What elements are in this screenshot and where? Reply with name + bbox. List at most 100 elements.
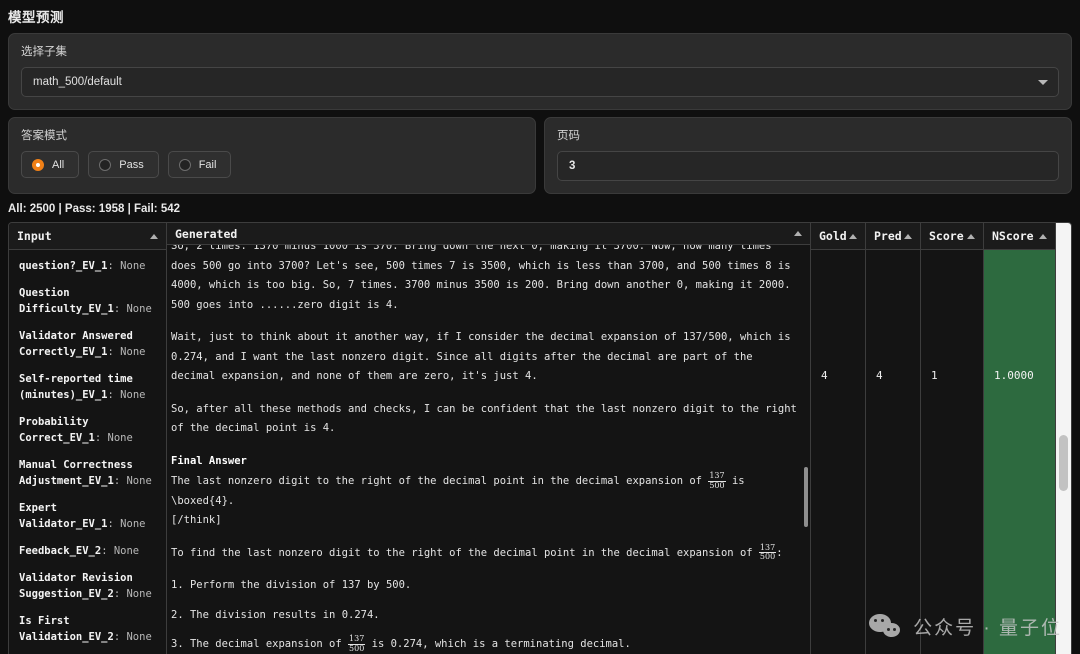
intro-text-a: To find the last nonzero digit to the ri… (171, 546, 759, 559)
sort-ascending-icon[interactable] (1039, 233, 1047, 239)
list-item: 3. The decimal expansion of 137 500 is 0.… (171, 634, 631, 653)
table-cell-pred: 4 (866, 250, 920, 654)
table-cell-score: 1 (921, 250, 983, 654)
table-column-gold: Gold 4 (811, 223, 866, 654)
gold-value: 4 (821, 369, 828, 382)
input-field-key: Probability Correct_EV_1 (19, 416, 95, 444)
think-close-tag: [/think] (171, 514, 222, 527)
subset-select[interactable]: math_500/default (21, 67, 1059, 97)
table-header-generated[interactable]: Generated (167, 223, 810, 246)
table-header-pred[interactable]: Pred (866, 223, 920, 250)
input-field-value: None (126, 631, 152, 643)
table-column-pred: Pred 4 (866, 223, 921, 654)
final-answer-text-a: The last nonzero digit to the right of t… (171, 475, 709, 488)
generated-paragraph-1: 500 go into 3700? Let's see, 500 times 7… (171, 259, 791, 311)
input-field-value: None (126, 588, 152, 600)
intro-text-b: : (776, 546, 783, 559)
table-header-gold-label: Gold (819, 229, 847, 243)
sort-ascending-icon[interactable] (967, 233, 975, 239)
table-header-nscore[interactable]: NScore (984, 223, 1055, 250)
input-field: Manual Correctness Adjustment_EV_1: None (19, 459, 152, 487)
list-item: 1. Perform the division of 137 by 500. (171, 579, 412, 592)
input-field-value: None (120, 518, 146, 530)
table-column-nscore: NScore 1.0000 (984, 223, 1056, 654)
input-field-value: None (126, 475, 152, 487)
input-field-key: Feedback_EV_2 (19, 545, 102, 557)
input-field: Expert Validator_EV_1: None (19, 502, 146, 530)
chevron-down-icon (1038, 80, 1048, 85)
table-vertical-scrollbar[interactable] (1056, 223, 1071, 654)
table-header-nscore-label: NScore (992, 229, 1034, 243)
page-number-panel: 页码 3 (544, 117, 1072, 194)
radio-option-all[interactable]: All (21, 151, 80, 178)
table-scrollbar-thumb[interactable] (1059, 435, 1068, 491)
sort-ascending-icon[interactable] (904, 233, 912, 239)
list-item: 2. The division results in 0.274. (171, 608, 380, 621)
radio-label-fail: Fail (198, 158, 217, 171)
sort-ascending-icon[interactable] (794, 231, 802, 237)
table-column-score: Score 1 (921, 223, 984, 654)
radio-dot-icon (178, 158, 191, 171)
input-field-value: None (120, 346, 146, 358)
generated-scrollbar[interactable] (803, 272, 810, 654)
answer-mode-radio-group: All Pass Fail (9, 143, 535, 190)
page-number-input-wrap: 3 (545, 143, 1071, 193)
page-number-input[interactable]: 3 (557, 151, 1059, 181)
table-header-generated-label: Generated (175, 226, 238, 241)
fraction-137-500: 137 500 (348, 634, 366, 653)
sort-ascending-icon[interactable] (849, 233, 857, 239)
radio-option-pass[interactable]: Pass (88, 151, 159, 178)
input-field-key: Question Difficulty_EV_1 (19, 287, 114, 315)
subset-select-wrap: math_500/default (9, 59, 1071, 109)
radio-label-all: All (52, 158, 65, 171)
score-value: 1 (931, 369, 938, 382)
input-field-value: None (107, 432, 133, 444)
table-cell-generated[interactable]: So, 2 times. 1370 minus 1000 is 370. Bri… (167, 245, 810, 654)
generated-paragraph-clipped: So, 2 times. 1370 minus 1000 is 370. Bri… (171, 245, 800, 315)
input-field: question?_EV_1: None (19, 260, 146, 272)
input-field: Question Difficulty_EV_1: None (19, 287, 152, 315)
input-field-value: None (120, 260, 146, 272)
table-header-input[interactable]: Input (9, 223, 166, 250)
generated-paragraph-3: So, after all these methods and checks, … (171, 402, 797, 435)
table-header-gold[interactable]: Gold (811, 223, 865, 250)
input-field-key: Is First Validation_EV_2 (19, 615, 114, 643)
radio-label-pass: Pass (119, 158, 144, 171)
table-column-generated: Generated So, 2 times. 1370 minus 1000 i… (167, 223, 811, 654)
table-header-input-label: Input (17, 229, 52, 243)
input-field: Feedback_EV_2: None (19, 545, 140, 557)
input-field: Self-reported time (minutes)_EV_1: None (19, 373, 146, 401)
intro-paragraph: To find the last nonzero digit to the ri… (171, 542, 800, 564)
subset-selected-value: math_500/default (33, 76, 122, 88)
filters-row: 答案模式 All Pass Fail 页码 3 (8, 117, 1072, 194)
sort-ascending-icon[interactable] (150, 233, 158, 239)
input-field-key: Expert Validator_EV_1 (19, 502, 108, 530)
fraction-137-500: 137 500 (758, 542, 777, 562)
input-field: Is First Validation_EV_2: None (19, 615, 152, 643)
table-column-input: Input question?_EV_1: None Question Diff… (9, 223, 167, 654)
radio-dot-icon (99, 158, 112, 171)
answer-mode-panel: 答案模式 All Pass Fail (8, 117, 536, 194)
model-prediction-app: 模型预测 选择子集 math_500/default 答案模式 All Pass (0, 0, 1080, 654)
input-field-value: None (120, 389, 146, 401)
final-answer-heading: Final Answer (171, 454, 247, 467)
input-field: Probability Correct_EV_1: None (19, 416, 133, 444)
table-cell-nscore: 1.0000 (984, 250, 1055, 654)
input-field-value: None (126, 303, 152, 315)
page-title: 模型预测 (8, 10, 64, 25)
table-header-score-label: Score (929, 229, 964, 243)
radio-option-fail[interactable]: Fail (167, 151, 232, 178)
table-header-pred-label: Pred (874, 229, 902, 243)
table-cell-input: question?_EV_1: None Question Difficulty… (9, 250, 166, 654)
nscore-value: 1.0000 (994, 369, 1034, 382)
fraction-137-500: 137 500 (708, 471, 726, 490)
table-cell-gold: 4 (811, 250, 865, 654)
input-field-value: None (113, 545, 140, 557)
stats-summary: All: 2500 | Pass: 1958 | Fail: 542 (8, 203, 181, 215)
pred-value: 4 (876, 369, 883, 382)
generated-scrollbar-thumb[interactable] (804, 467, 808, 528)
table-header-score[interactable]: Score (921, 223, 983, 250)
input-field: Validator Answered Correctly_EV_1: None (19, 330, 146, 358)
predictions-table: Input question?_EV_1: None Question Diff… (8, 222, 1072, 654)
answer-mode-label: 答案模式 (21, 130, 67, 142)
